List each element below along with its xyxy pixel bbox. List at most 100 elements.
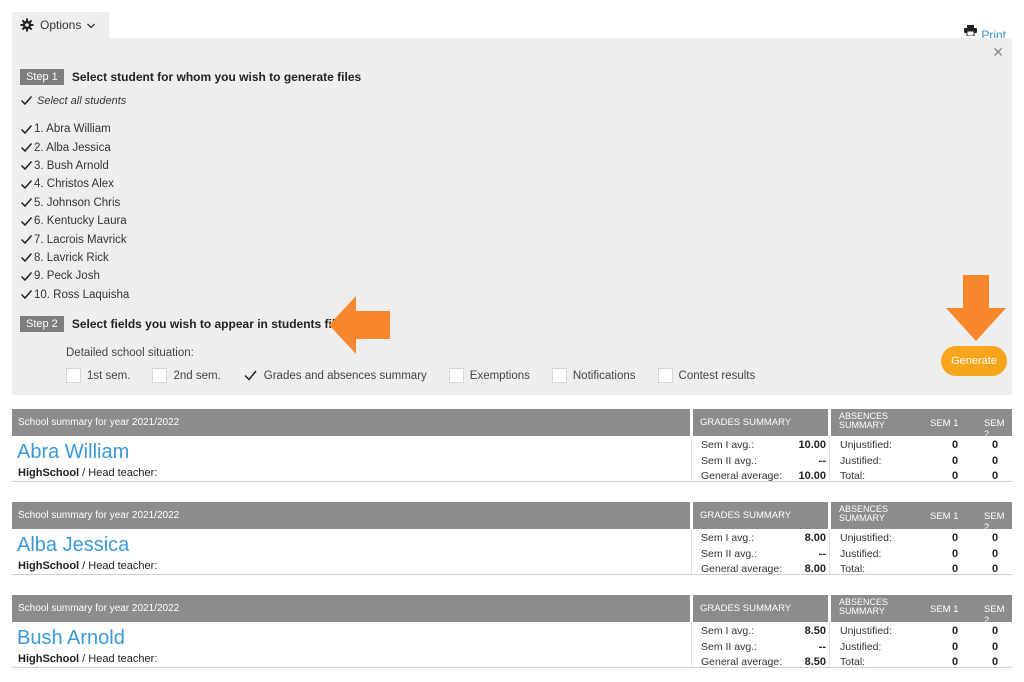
student-checkbox[interactable]: 8. Lavrick Rick — [20, 249, 129, 267]
justified-label: Justified: — [840, 455, 882, 467]
printer-icon — [964, 25, 978, 39]
student-name-label: 7. Lacrois Mavrick — [34, 233, 127, 246]
sem2-avg-value: -- — [818, 641, 826, 653]
field-options: 1st sem. 2nd sem. Grades and absences summ… — [66, 368, 777, 383]
sem2-header: SEM 2 — [984, 511, 1005, 533]
school-line: HighSchool / Head teacher: — [18, 467, 157, 479]
sem1-avg-value: 8.00 — [804, 532, 826, 544]
student-checkbox[interactable]: 9. Peck Josh — [20, 267, 129, 285]
justified-sem2: 0 — [992, 548, 999, 560]
field-label: 2nd sem. — [173, 369, 221, 382]
school-line: HighSchool / Head teacher: — [18, 653, 157, 665]
grades-summary-header: GRADES SUMMARY — [693, 409, 828, 436]
student-checkbox[interactable]: 5. Johnson Chris — [20, 194, 129, 212]
student-summary-card: School summary for year 2021/2022 GRADES … — [12, 409, 1012, 482]
unjustified-sem1: 0 — [952, 532, 959, 544]
student-name-label: 6. Kentucky Laura — [34, 215, 127, 228]
field-label: Exemptions — [469, 369, 530, 382]
justified-sem2: 0 — [992, 455, 999, 467]
field-label: Contest results — [678, 369, 756, 382]
options-dropdown[interactable]: Options — [12, 12, 109, 38]
absences-summary-header: ABSENCES SUMMARY SEM 1 SEM 2 — [831, 502, 1012, 533]
student-checkbox[interactable]: 2. Alba Jessica — [20, 138, 129, 156]
field-checkbox[interactable]: 1st sem. — [66, 368, 130, 383]
student-name-label: 4. Christos Alex — [34, 178, 114, 191]
unjustified-sem2: 0 — [992, 532, 999, 544]
checkmark-icon — [20, 196, 33, 209]
student-checkbox[interactable]: 7. Lacrois Mavrick — [20, 230, 129, 248]
options-label: Options — [40, 18, 82, 32]
student-name-label: 1. Abra William — [34, 123, 111, 136]
summary-header: School summary for year 2021/2022 — [12, 502, 690, 529]
student-checkbox[interactable]: 4. Christos Alex — [20, 175, 129, 193]
checkmark-icon — [20, 270, 33, 283]
generate-button[interactable]: Generate — [941, 346, 1007, 376]
down-arrow-icon — [946, 275, 1006, 344]
chevron-down-icon — [86, 20, 96, 30]
summary-header: School summary for year 2021/2022 — [12, 595, 690, 622]
head-teacher-label: / Head teacher: — [79, 560, 158, 572]
checkbox-box — [152, 368, 168, 383]
student-checkbox[interactable]: 6. Kentucky Laura — [20, 212, 129, 230]
close-icon[interactable]: ✕ — [992, 44, 1004, 61]
checkbox-box — [551, 368, 567, 383]
sem2-avg-label: Sem II avg.: — [701, 455, 758, 467]
justified-label: Justified: — [840, 641, 882, 653]
field-checkbox[interactable]: 2nd sem. — [152, 368, 221, 383]
field-checkbox[interactable]: Contest results — [657, 368, 756, 383]
field-checkbox[interactable]: Notifications — [551, 368, 636, 383]
sem1-header: SEM 1 — [930, 418, 959, 429]
unjustified-sem1: 0 — [952, 439, 959, 451]
justified-sem1: 0 — [952, 641, 959, 653]
school-name: HighSchool — [18, 653, 80, 665]
school-name: HighSchool — [18, 467, 80, 479]
field-checkbox[interactable]: Grades and absences summary — [243, 368, 427, 383]
step-1-title: Select student for whom you wish to gene… — [71, 70, 362, 84]
checkmark-icon — [20, 233, 33, 246]
justified-sem1: 0 — [952, 548, 959, 560]
gear-icon — [20, 18, 34, 32]
select-all-label: Select all students — [37, 94, 127, 107]
sem2-header: SEM 2 — [984, 604, 1005, 626]
grades-summary-header: GRADES SUMMARY — [693, 595, 828, 622]
absences-summary-header: ABSENCES SUMMARY SEM 1 SEM 2 — [831, 595, 1012, 626]
sem1-avg-label: Sem I avg.: — [701, 532, 755, 544]
sem1-avg-value: 8.50 — [804, 625, 826, 637]
student-name-label: 5. Johnson Chris — [34, 196, 121, 209]
school-line: HighSchool / Head teacher: — [18, 560, 157, 572]
student-list: 1. Abra William 2. Alba Jessica 3. Bush Ar… — [20, 120, 129, 304]
step-2-row: Step 2 Select fields you wish to appear … — [20, 316, 342, 332]
step-1-row: Step 1 Select student for whom you wish … — [20, 69, 361, 85]
student-name-link[interactable]: Alba Jessica — [17, 534, 129, 557]
student-name-link[interactable]: Abra William — [17, 441, 129, 464]
field-label: 1st sem. — [87, 369, 131, 382]
student-name-link[interactable]: Bush Arnold — [17, 627, 125, 650]
student-checkbox[interactable]: 10. Ross Laquisha — [20, 286, 129, 304]
step-1-badge: Step 1 — [20, 69, 64, 85]
detailed-situation-label: Detailed school situation: — [66, 347, 194, 359]
field-checkbox[interactable]: Exemptions — [448, 368, 530, 383]
student-checkbox[interactable]: 1. Abra William — [20, 120, 129, 138]
sem2-header: SEM 2 — [984, 418, 1005, 440]
sem1-avg-label: Sem I avg.: — [701, 439, 755, 451]
sem1-header: SEM 1 — [930, 604, 959, 615]
absences-title: ABSENCES SUMMARY — [839, 411, 889, 430]
absences-summary-header: ABSENCES SUMMARY SEM 1 SEM 2 — [831, 409, 1012, 440]
checkbox-box — [448, 368, 464, 383]
unjustified-sem2: 0 — [992, 439, 999, 451]
head-teacher-label: / Head teacher: — [79, 653, 158, 665]
checkmark-icon — [20, 159, 33, 172]
checkmark-icon — [20, 288, 33, 301]
step-2-badge: Step 2 — [20, 316, 64, 332]
grades-summary-header: GRADES SUMMARY — [693, 502, 828, 529]
sem1-header: SEM 1 — [930, 511, 959, 522]
justified-sem1: 0 — [952, 455, 959, 467]
checkbox-box — [66, 368, 81, 383]
checkmark-icon — [20, 141, 33, 154]
select-all-checkbox[interactable]: Select all students — [20, 94, 126, 107]
student-summary-card: School summary for year 2021/2022 GRADES … — [12, 595, 1012, 668]
student-checkbox[interactable]: 3. Bush Arnold — [20, 157, 129, 175]
checkmark-icon — [20, 251, 33, 264]
left-arrow-icon — [329, 296, 391, 357]
step-2-title: Select fields you wish to appear in stud… — [71, 317, 342, 331]
